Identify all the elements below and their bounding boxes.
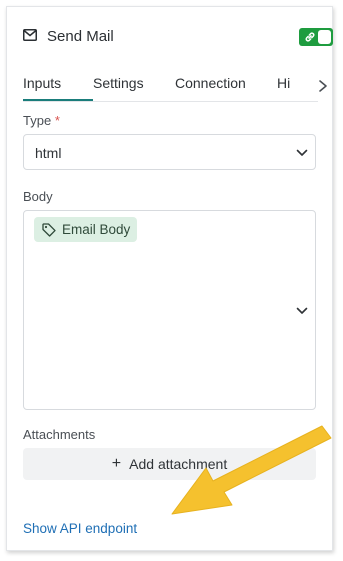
enable-toggle[interactable] [299,28,333,46]
add-attachment-button[interactable]: + Add attachment [23,448,316,480]
tab-connection[interactable]: Connection [175,75,246,91]
type-select[interactable]: html [23,134,316,170]
plus-icon: + [111,455,122,472]
tab-inputs[interactable]: Inputs [23,75,61,91]
body-label: Body [23,189,53,204]
toggle-knob [318,30,331,44]
required-marker: * [54,113,60,128]
add-attachment-label: Add attachment [129,456,228,472]
type-label: Type * [23,113,60,128]
tabs-divider [23,101,318,102]
panel-header: Send Mail [7,7,333,63]
chevron-right-icon[interactable] [315,73,331,99]
type-select-value: html [35,145,62,161]
show-api-endpoint-link[interactable]: Show API endpoint [23,521,137,536]
email-body-chip[interactable]: Email Body [34,217,138,242]
send-mail-panel: Send Mail Inputs Settings Connection Hi … [6,6,333,551]
tag-icon [42,222,56,237]
panel-title: Send Mail [47,28,114,45]
chevron-down-icon[interactable] [296,307,308,315]
tab-settings[interactable]: Settings [93,75,144,91]
mail-icon [23,29,37,41]
tab-history[interactable]: Hi [277,75,290,91]
email-body-chip-label: Email Body [62,222,131,237]
link-icon [305,32,315,42]
type-label-text: Type [23,113,52,128]
attachments-label: Attachments [23,427,96,442]
chevron-down-icon [296,149,308,156]
body-editor[interactable]: Email Body [23,210,316,410]
